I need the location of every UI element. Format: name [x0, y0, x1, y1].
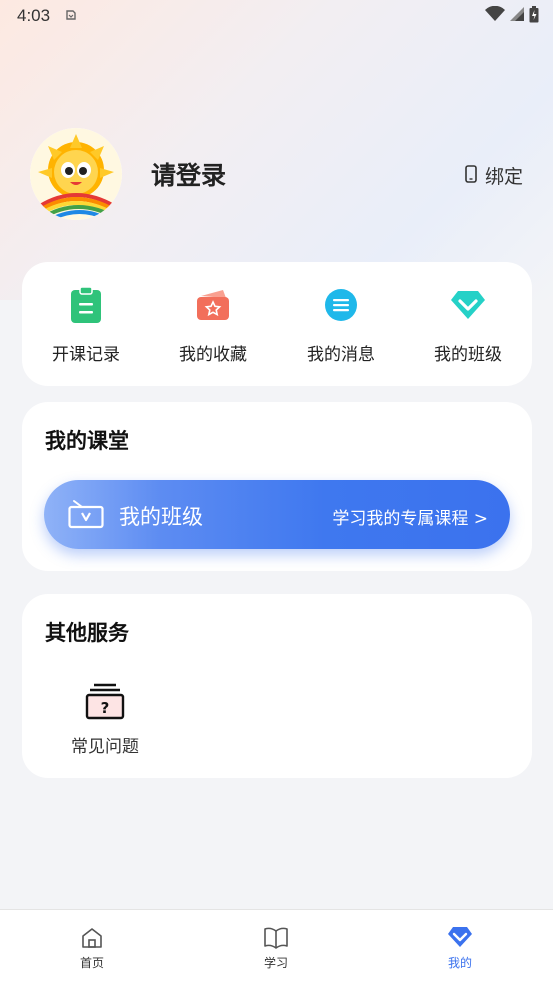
tab-study[interactable]: 学习 — [236, 926, 316, 971]
login-prompt[interactable]: 请登录 — [151, 156, 226, 192]
tab-label: 首页 — [79, 956, 104, 970]
bind-label: 绑定 — [484, 166, 523, 188]
quick-item-label: 我的收藏 — [179, 345, 247, 365]
quick-item-course-records[interactable]: 开课记录 — [31, 284, 141, 365]
home-icon — [52, 926, 132, 952]
section-title: 其他服务 — [45, 621, 129, 645]
bottom-tab-bar: 首页 学习 我的 — [0, 909, 553, 985]
notification-icon — [64, 7, 78, 26]
diamond-icon — [420, 926, 500, 952]
book-icon — [236, 926, 316, 952]
quick-item-label: 我的消息 — [307, 345, 375, 365]
wifi-icon — [485, 5, 505, 26]
bind-phone-button[interactable]: 绑定 — [465, 162, 523, 189]
section-title: 我的课堂 — [45, 429, 129, 453]
faq-label: 常见问题 — [71, 737, 139, 757]
faq-item[interactable]: ? 常见问题 — [60, 682, 150, 757]
tab-label: 学习 — [263, 956, 288, 970]
quick-actions-card: 开课记录 我的收藏 我的消息 我的班级 — [22, 262, 532, 386]
avatar[interactable] — [30, 128, 122, 220]
my-classroom-card: 我的课堂 我的班级 学习我的专属课程 > — [22, 402, 532, 571]
favorite-star-icon — [158, 284, 268, 326]
phone-icon — [465, 164, 477, 187]
banner-title: 我的班级 — [119, 505, 203, 529]
quick-item-messages[interactable]: 我的消息 — [286, 284, 396, 365]
tv-icon — [68, 499, 104, 533]
my-class-banner[interactable]: 我的班级 学习我的专属课程 > — [44, 480, 510, 549]
signal-icon — [509, 6, 525, 26]
other-services-card: 其他服务 ? 常见问题 — [22, 594, 532, 778]
status-time: 4:03 — [17, 6, 51, 25]
tab-home[interactable]: 首页 — [52, 926, 132, 971]
quick-item-favorites[interactable]: 我的收藏 — [158, 284, 268, 365]
tab-mine[interactable]: 我的 — [420, 926, 500, 971]
quick-item-my-class[interactable]: 我的班级 — [413, 284, 523, 365]
quick-item-label: 我的班级 — [434, 345, 502, 365]
banner-subtitle: 学习我的专属课程 > — [332, 509, 488, 529]
message-icon — [286, 284, 396, 326]
status-bar: 4:03 — [0, 0, 553, 32]
battery-icon — [529, 5, 539, 27]
quick-item-label: 开课记录 — [52, 345, 120, 365]
diamond-icon — [413, 284, 523, 326]
profile-section: 请登录 绑定 — [30, 128, 523, 220]
tab-label: 我的 — [447, 956, 472, 970]
faq-icon: ? — [60, 682, 150, 722]
clipboard-icon — [31, 284, 141, 326]
svg-text:?: ? — [101, 699, 110, 717]
